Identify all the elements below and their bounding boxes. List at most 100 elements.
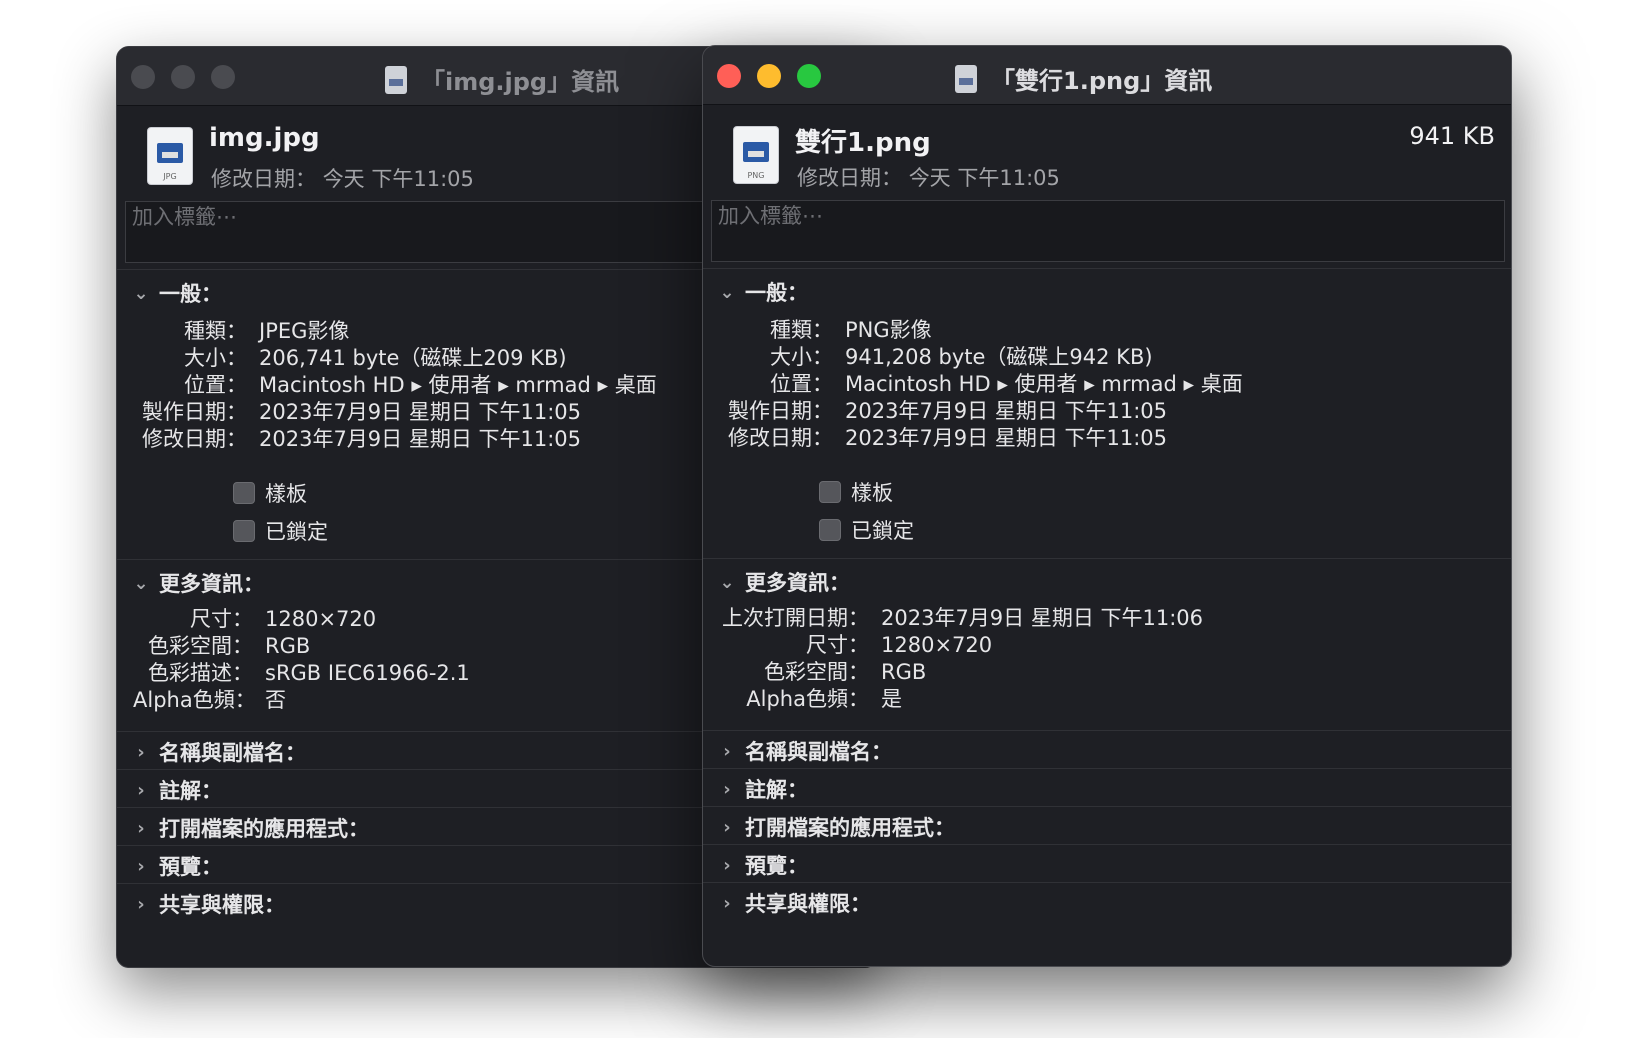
kind-value: JPEG影像	[259, 319, 350, 343]
file-icon	[955, 64, 977, 93]
file-ext-label: PNG	[747, 171, 765, 180]
window-title: 「雙行1.png」資訊	[955, 61, 1212, 96]
stationery-checkbox[interactable]	[819, 481, 841, 503]
file-name: 雙行1.png	[795, 128, 931, 158]
chevron-right-icon[interactable]: ›	[719, 817, 735, 838]
color-space-label: 色彩空間：	[148, 634, 253, 658]
comments-section[interactable]: › 註解：	[703, 768, 1511, 807]
chevron-down-icon[interactable]: ⌄	[133, 573, 149, 594]
created-label: 製作日期：	[142, 400, 247, 424]
zoom-button[interactable]	[797, 64, 821, 88]
dimensions-value: 1280×720	[881, 633, 993, 657]
chevron-right-icon[interactable]: ›	[133, 742, 149, 763]
more-info-section-header[interactable]: ⌄ 更多資訊：	[133, 568, 264, 598]
open-with-section[interactable]: › 打開檔案的應用程式：	[703, 806, 1511, 845]
size-value: 941,208 byte（磁碟上942 KB)	[845, 345, 1153, 369]
stationery-checkbox-row[interactable]: 樣板	[233, 478, 307, 508]
more-info: 上次打開日期： 2023年7月9日 星期日 下午11:06 尺寸： 1280×720…	[719, 605, 1203, 713]
png-file-icon: PNG	[733, 126, 779, 184]
locked-checkbox-row[interactable]: 已鎖定	[233, 516, 328, 546]
window-controls	[131, 65, 235, 89]
minimize-button[interactable]	[757, 64, 781, 88]
created-value: 2023年7月9日 星期日 下午11:05	[845, 399, 1168, 423]
preview-section[interactable]: › 預覽：	[703, 844, 1511, 883]
stationery-label: 樣板	[265, 482, 307, 506]
chevron-down-icon[interactable]: ⌄	[133, 283, 149, 304]
general-info: 種類： JPEG影像 大小： 206,741 byte（磁碟上209 KB) 位置：…	[137, 318, 657, 453]
alpha-label: Alpha色頻：	[746, 687, 869, 711]
dimensions-label: 尺寸：	[190, 607, 253, 631]
created-value: 2023年7月9日 星期日 下午11:05	[259, 400, 582, 424]
modified-summary: 修改日期： 今天 下午11:05	[211, 167, 474, 191]
chevron-right-icon[interactable]: ›	[133, 894, 149, 915]
chevron-right-icon[interactable]: ›	[133, 856, 149, 877]
general-section-header[interactable]: ⌄ 一般：	[133, 278, 222, 308]
jpg-file-icon: JPG	[147, 127, 193, 185]
color-profile-label: 色彩描述：	[148, 661, 253, 685]
titlebar[interactable]: 「雙行1.png」資訊	[703, 46, 1511, 105]
stationery-checkbox-row[interactable]: 樣板	[819, 477, 893, 507]
modified-label: 修改日期：	[142, 427, 247, 451]
alpha-label: Alpha色頻：	[133, 688, 256, 712]
where-value: Macintosh HD ▸ 使用者 ▸ mrmad ▸ 桌面	[259, 373, 657, 397]
locked-checkbox-row[interactable]: 已鎖定	[819, 515, 914, 545]
chevron-right-icon[interactable]: ›	[133, 780, 149, 801]
where-label: 位置：	[184, 373, 247, 397]
color-space-label: 色彩空間：	[764, 660, 869, 684]
file-icon	[385, 65, 407, 94]
locked-checkbox[interactable]	[233, 520, 255, 542]
chevron-down-icon[interactable]: ⌄	[719, 282, 735, 303]
chevron-right-icon[interactable]: ›	[719, 855, 735, 876]
kind-label: 種類：	[770, 318, 833, 342]
last-opened-label: 上次打開日期：	[722, 606, 869, 630]
kind-value: PNG影像	[845, 318, 932, 342]
window-title-text: 「img.jpg」資訊	[421, 68, 620, 96]
general-section: ⌄ 一般： 種類： PNG影像 大小： 941,208 byte（磁碟上942 KB…	[703, 268, 1511, 559]
locked-label: 已鎖定	[851, 519, 914, 543]
sharing-permissions-section[interactable]: › 共享與權限：	[703, 882, 1511, 921]
size-label: 大小：	[184, 346, 247, 370]
chevron-right-icon[interactable]: ›	[719, 893, 735, 914]
alpha-value: 否	[265, 688, 286, 712]
color-space-value: RGB	[881, 660, 927, 684]
created-label: 製作日期：	[728, 399, 833, 423]
locked-checkbox[interactable]	[819, 519, 841, 541]
dimensions-value: 1280×720	[265, 607, 377, 631]
window-title-text: 「雙行1.png」資訊	[991, 67, 1213, 95]
chevron-right-icon[interactable]: ›	[719, 741, 735, 762]
chevron-right-icon[interactable]: ›	[133, 818, 149, 839]
tags-input[interactable]	[712, 201, 1477, 231]
color-profile-value: sRGB IEC61966-2.1	[265, 661, 470, 685]
color-space-value: RGB	[265, 634, 311, 658]
alpha-value: 是	[881, 687, 902, 711]
close-button[interactable]	[717, 64, 741, 88]
chevron-right-icon[interactable]: ›	[719, 779, 735, 800]
info-window-png[interactable]: 「雙行1.png」資訊 PNG 雙行1.png 修改日期： 今天 下午11:05…	[702, 45, 1512, 967]
file-ext-label: JPG	[163, 172, 177, 181]
more-info-section-header[interactable]: ⌄ 更多資訊：	[719, 567, 850, 597]
general-section-header[interactable]: ⌄ 一般：	[719, 277, 808, 307]
close-button[interactable]	[131, 65, 155, 89]
size-value: 206,741 byte（磁碟上209 KB)	[259, 346, 567, 370]
dimensions-label: 尺寸：	[806, 633, 869, 657]
window-controls	[717, 64, 821, 88]
where-label: 位置：	[770, 372, 833, 396]
modified-label: 修改日期：	[728, 426, 833, 450]
kind-label: 種類：	[184, 319, 247, 343]
name-extension-section[interactable]: › 名稱與副檔名：	[703, 730, 1511, 769]
modified-summary: 修改日期： 今天 下午11:05	[797, 166, 1060, 190]
minimize-button[interactable]	[171, 65, 195, 89]
window-title: 「img.jpg」資訊	[385, 62, 619, 97]
file-size: 941 KB	[1409, 122, 1495, 150]
stationery-checkbox[interactable]	[233, 482, 255, 504]
file-name: img.jpg	[209, 123, 320, 153]
modified-value: 2023年7月9日 星期日 下午11:05	[845, 426, 1168, 450]
zoom-button[interactable]	[211, 65, 235, 89]
stationery-label: 樣板	[851, 481, 893, 505]
size-label: 大小：	[770, 345, 833, 369]
general-info: 種類： PNG影像 大小： 941,208 byte（磁碟上942 KB) 位置： M…	[723, 317, 1243, 452]
locked-label: 已鎖定	[265, 520, 328, 544]
chevron-down-icon[interactable]: ⌄	[719, 572, 735, 593]
more-info-section: ⌄ 更多資訊： 上次打開日期： 2023年7月9日 星期日 下午11:06 尺寸：…	[703, 558, 1511, 731]
tags-field[interactable]	[711, 200, 1505, 262]
